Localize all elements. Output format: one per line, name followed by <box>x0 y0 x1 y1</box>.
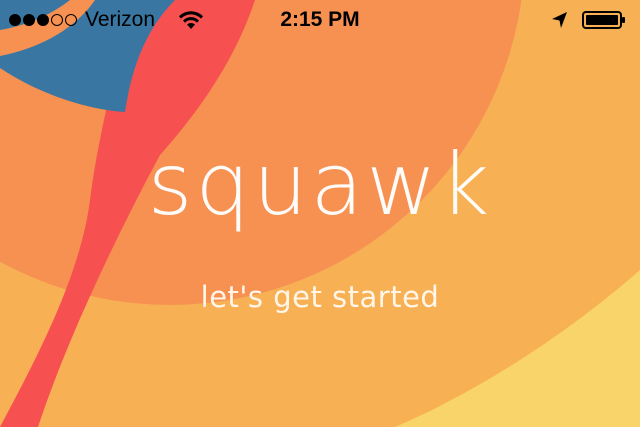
status-bar: Verizon 2:15 PM <box>0 0 640 40</box>
status-time: 2:15 PM <box>280 8 360 31</box>
location-arrow-icon <box>552 12 567 28</box>
splash-screen: Verizon 2:15 PM squawk let's get started <box>0 0 640 427</box>
battery-icon <box>582 11 625 29</box>
get-started-link[interactable]: let's get started <box>0 277 640 317</box>
app-title: squawk <box>147 135 493 235</box>
